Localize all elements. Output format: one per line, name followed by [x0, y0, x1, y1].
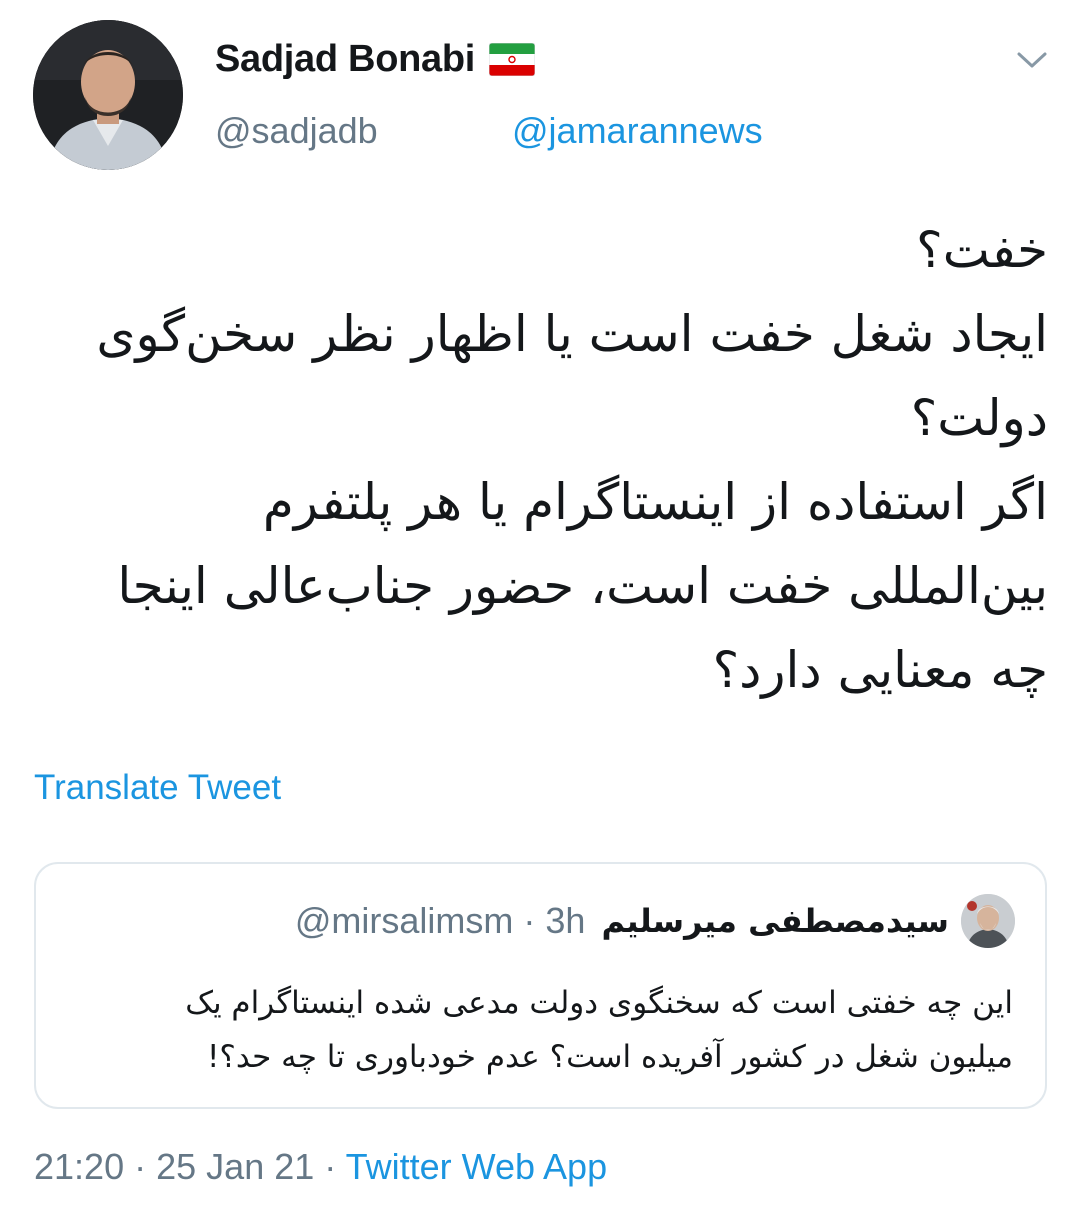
quoted-author-name[interactable]: سیدمصطفی میرسلیم	[601, 902, 949, 940]
quoted-tweet-card[interactable]: سیدمصطفی میرسلیم @mirsalimsm · 3h این چه…	[34, 862, 1047, 1109]
author-handle[interactable]: @sadjadb	[215, 110, 378, 152]
tweet-text-line: بین‌المللی خفت است، حضور جناب‌عالی اینجا	[117, 557, 1048, 615]
quoted-tweet-text-line: این چه خفتی است که سخنگوی دولت مدعی شده …	[185, 985, 1013, 1021]
author-avatar[interactable]	[33, 20, 183, 170]
quoted-tweet-time[interactable]: 3h	[545, 900, 585, 941]
footer-separator: ·	[324, 1146, 337, 1187]
tweet-footer: 21:20 · 25 Jan 21 · Twitter Web App	[34, 1146, 607, 1188]
quoted-tweet-text-line: میلیون شغل در کشور آفریده است؟ عدم خودبا…	[206, 1039, 1013, 1075]
tweet-text-line: دولت؟	[910, 389, 1048, 447]
meta-separator: ·	[523, 900, 536, 941]
quoted-tweet-meta: @mirsalimsm · 3h	[295, 900, 586, 942]
tweet-source-link[interactable]: Twitter Web App	[346, 1146, 607, 1187]
tweet-time[interactable]: 21:20	[34, 1146, 124, 1187]
tweet-text-line: ایجاد شغل خفت است یا اظهار نظر سخن‌گوی	[96, 305, 1048, 363]
iran-flag-icon	[489, 43, 536, 76]
chevron-down-icon[interactable]	[1013, 46, 1051, 74]
author-display-name[interactable]: Sadjad Bonabi	[215, 38, 475, 81]
footer-separator: ·	[134, 1146, 147, 1187]
quoted-author-avatar[interactable]	[961, 894, 1015, 948]
quoted-tweet-text: این چه خفتی است که سخنگوی دولت مدعی شده …	[63, 976, 1013, 1084]
tweet-text-line: اگر استفاده از اینستاگرام یا هر پلتفرم	[262, 473, 1048, 531]
mentioned-account-link[interactable]: @jamarannews	[512, 110, 763, 152]
tweet-date[interactable]: 25 Jan 21	[156, 1146, 314, 1187]
profile-photo-avatar	[33, 20, 183, 170]
translate-tweet-link[interactable]: Translate Tweet	[34, 768, 281, 808]
quoted-author-handle[interactable]: @mirsalimsm	[295, 900, 514, 941]
tweet-text-line: خفت؟	[916, 221, 1048, 279]
quoted-tweet-header: سیدمصطفی میرسلیم @mirsalimsm · 3h	[295, 894, 1015, 948]
author-name-row: Sadjad Bonabi	[215, 38, 536, 81]
tweet-text-line: چه معنایی دارد؟	[712, 641, 1048, 699]
tweet-text: خفت؟ ایجاد شغل خفت است یا اظهار نظر سخن‌…	[40, 208, 1048, 712]
quoted-profile-photo-avatar	[961, 894, 1015, 948]
